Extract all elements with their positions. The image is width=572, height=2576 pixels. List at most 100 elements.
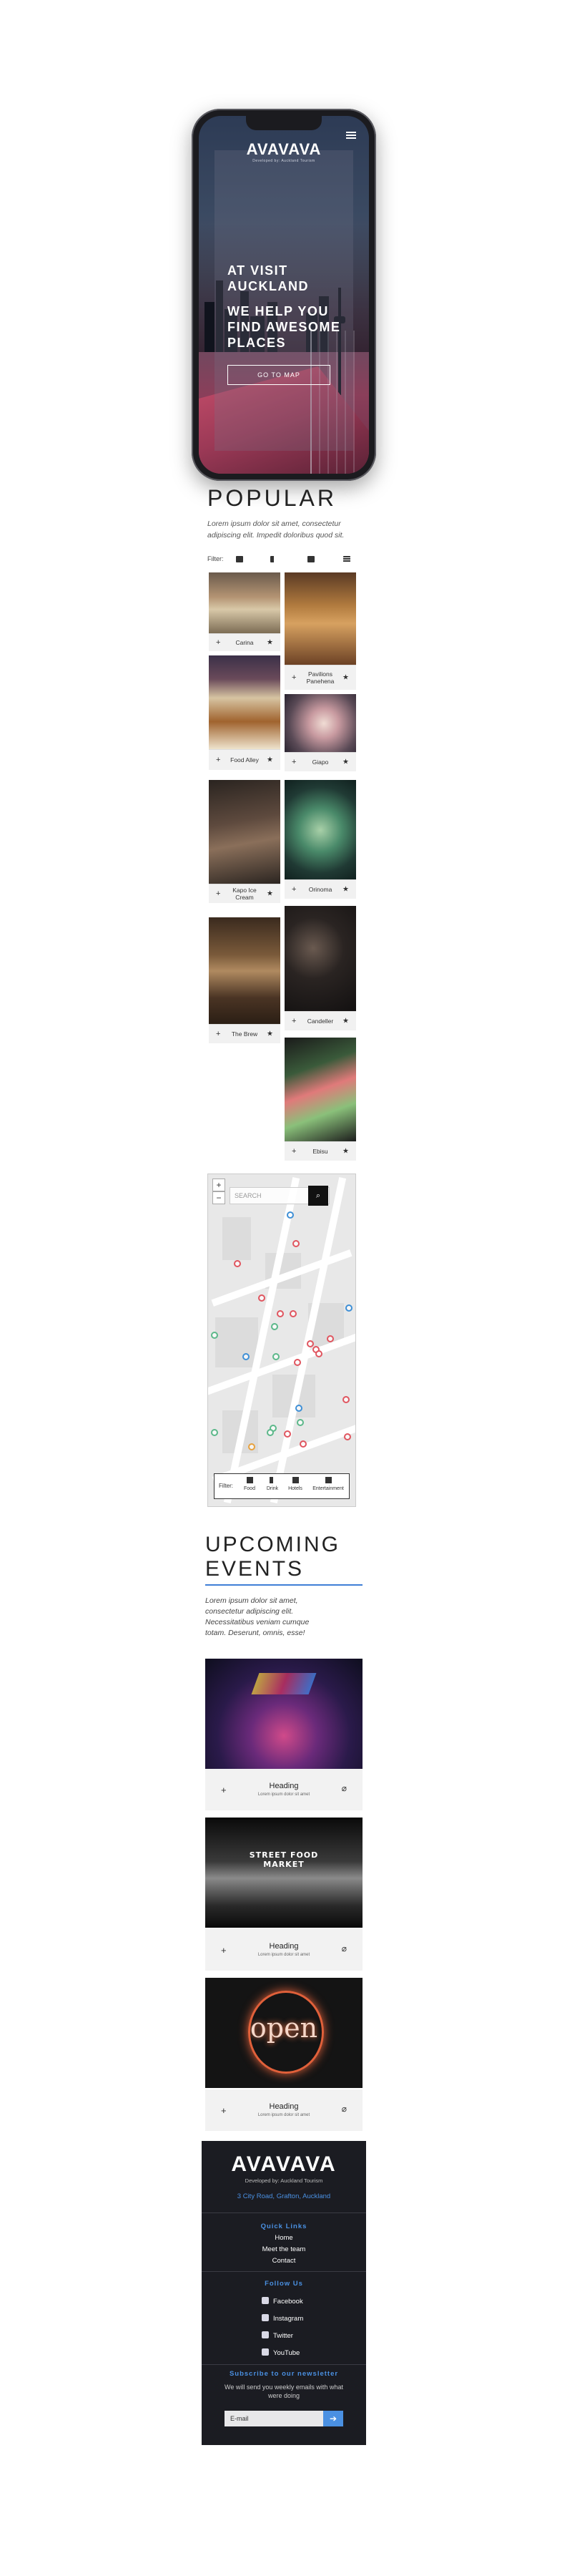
zoom-out-button[interactable]: − (212, 1191, 225, 1204)
hamburger-menu-icon[interactable] (346, 132, 356, 139)
add-icon[interactable]: + (216, 889, 220, 898)
place-name: Pavilions Panehena (306, 670, 335, 685)
social-facebook[interactable]: Facebook (262, 2297, 303, 2306)
map-pin[interactable] (342, 1396, 350, 1403)
link-icon[interactable]: ⌀ (342, 1783, 347, 1793)
star-icon[interactable]: ★ (342, 1018, 349, 1025)
map-pin[interactable] (294, 1359, 301, 1366)
map-pin[interactable] (345, 1304, 352, 1312)
map-pin[interactable] (277, 1310, 284, 1317)
place-photo (285, 780, 356, 880)
food-filter-icon[interactable] (236, 556, 243, 562)
drink-filter-icon[interactable] (270, 556, 281, 562)
footer-link-contact[interactable]: Contact (202, 2257, 366, 2265)
social-instagram[interactable]: Instagram (262, 2314, 303, 2323)
add-icon[interactable]: + (216, 756, 220, 764)
events-title: UPCOMING EVENTS (205, 1533, 340, 1581)
map-pin[interactable] (344, 1433, 351, 1440)
place-name: Carina (235, 639, 254, 646)
drink-icon (269, 1477, 276, 1483)
star-icon[interactable]: ★ (267, 756, 273, 764)
filter-label: Filter: (207, 555, 224, 562)
map-pin[interactable] (211, 1429, 218, 1436)
event-image-concert[interactable] (205, 1659, 363, 1769)
map-pin[interactable] (234, 1260, 241, 1267)
footer-link-team[interactable]: Meet the team (202, 2245, 366, 2253)
go-to-map-button[interactable]: GO TO MAP (227, 365, 330, 385)
map-pin[interactable] (211, 1332, 218, 1339)
place-card[interactable]: + Candeller ★ (285, 906, 356, 1030)
footer-address[interactable]: 3 City Road, Grafton, Auckland (202, 2192, 366, 2200)
map-pin[interactable] (295, 1405, 302, 1412)
social-twitter[interactable]: Twitter (262, 2331, 293, 2340)
place-card[interactable]: + Food Alley ★ (209, 655, 280, 770)
map-filter-hotels[interactable]: Hotels (285, 1477, 306, 1491)
add-icon[interactable]: + (292, 673, 296, 682)
send-arrow-icon[interactable]: ➔ (323, 2411, 343, 2426)
footer-link-home[interactable]: Home (202, 2234, 366, 2242)
place-card[interactable]: + Giapo ★ (285, 694, 356, 771)
map-filter-entertainment[interactable]: Entertainment (309, 1477, 347, 1491)
star-icon[interactable]: ★ (342, 886, 349, 894)
footer-logo[interactable]: AVAVAVA (202, 2152, 366, 2177)
zoom-in-button[interactable]: + (212, 1179, 225, 1191)
star-icon[interactable]: ★ (342, 758, 349, 766)
link-icon[interactable]: ⌀ (342, 2104, 347, 2114)
add-icon[interactable]: + (292, 1147, 296, 1156)
map-pin[interactable] (300, 1440, 307, 1448)
social-youtube[interactable]: YouTube (262, 2348, 300, 2357)
link-icon[interactable]: ⌀ (342, 1943, 347, 1953)
place-card[interactable]: + Pavilions Panehena ★ (285, 572, 356, 690)
map-pin[interactable] (287, 1211, 294, 1219)
add-icon[interactable]: + (292, 1017, 296, 1025)
event-image-market[interactable]: STREET FOOD MARKET (205, 1818, 363, 1928)
add-icon[interactable]: + (216, 638, 220, 647)
city-map[interactable]: + − SEARCH ⌕ Filter: Food Drink Hotels E… (207, 1174, 356, 1507)
map-pin[interactable] (267, 1429, 274, 1436)
star-icon[interactable]: ★ (267, 890, 273, 898)
place-card[interactable]: + Kapo Ice Cream ★ (209, 780, 280, 903)
events-divider (205, 1584, 363, 1586)
place-card[interactable]: + Ebisu ★ (285, 1038, 356, 1161)
map-filter-drink[interactable]: Drink (262, 1477, 283, 1491)
map-pin[interactable] (248, 1443, 255, 1450)
event-card-bar: + Heading Lorem ipsum dolor sit amet ⌀ (205, 1769, 363, 1810)
event-card-bar: + Heading Lorem ipsum dolor sit amet ⌀ (205, 1929, 363, 1971)
hero-logo[interactable]: AVAVAVA (199, 140, 369, 159)
place-name: Giapo (312, 758, 329, 766)
place-name: Kapo Ice Cream (232, 887, 257, 901)
hotel-filter-icon[interactable] (307, 556, 315, 562)
add-icon[interactable]: + (221, 1945, 227, 1956)
place-card[interactable]: + Orinoma ★ (285, 780, 356, 899)
map-pin[interactable] (258, 1294, 265, 1302)
map-pin[interactable] (272, 1353, 280, 1360)
map-pin[interactable] (284, 1430, 291, 1438)
star-icon[interactable]: ★ (342, 674, 349, 682)
map-pin[interactable] (290, 1310, 297, 1317)
star-icon[interactable]: ★ (267, 639, 273, 647)
map-filter-food[interactable]: Food (239, 1477, 260, 1491)
entertainment-filter-icon[interactable] (343, 556, 350, 562)
place-card[interactable]: + Carina ★ (209, 572, 280, 651)
map-pin[interactable] (315, 1350, 322, 1357)
map-pin[interactable] (327, 1335, 334, 1342)
phone-notch (246, 116, 322, 130)
add-icon[interactable]: + (221, 2105, 227, 2116)
event-image-open-sign[interactable]: open (205, 1978, 363, 2088)
add-icon[interactable]: + (292, 885, 296, 894)
quick-links-title: Quick Links (260, 2223, 307, 2230)
map-pin[interactable] (292, 1240, 300, 1247)
star-icon[interactable]: ★ (342, 1148, 349, 1156)
phone-mockup: AVAVAVA Developed by: Auckland Tourism A… (192, 109, 376, 481)
add-icon[interactable]: + (216, 1030, 220, 1038)
search-icon[interactable]: ⌕ (308, 1186, 328, 1206)
map-filter-label: Filter: (219, 1483, 233, 1489)
map-pin[interactable] (242, 1353, 250, 1360)
star-icon[interactable]: ★ (267, 1030, 273, 1038)
map-pin[interactable] (271, 1323, 278, 1330)
place-card[interactable]: + The Brew ★ (209, 917, 280, 1043)
newsletter-email-input[interactable]: E-mail (225, 2411, 323, 2426)
add-icon[interactable]: + (221, 1785, 227, 1795)
map-pin[interactable] (297, 1419, 304, 1426)
add-icon[interactable]: + (292, 758, 296, 766)
